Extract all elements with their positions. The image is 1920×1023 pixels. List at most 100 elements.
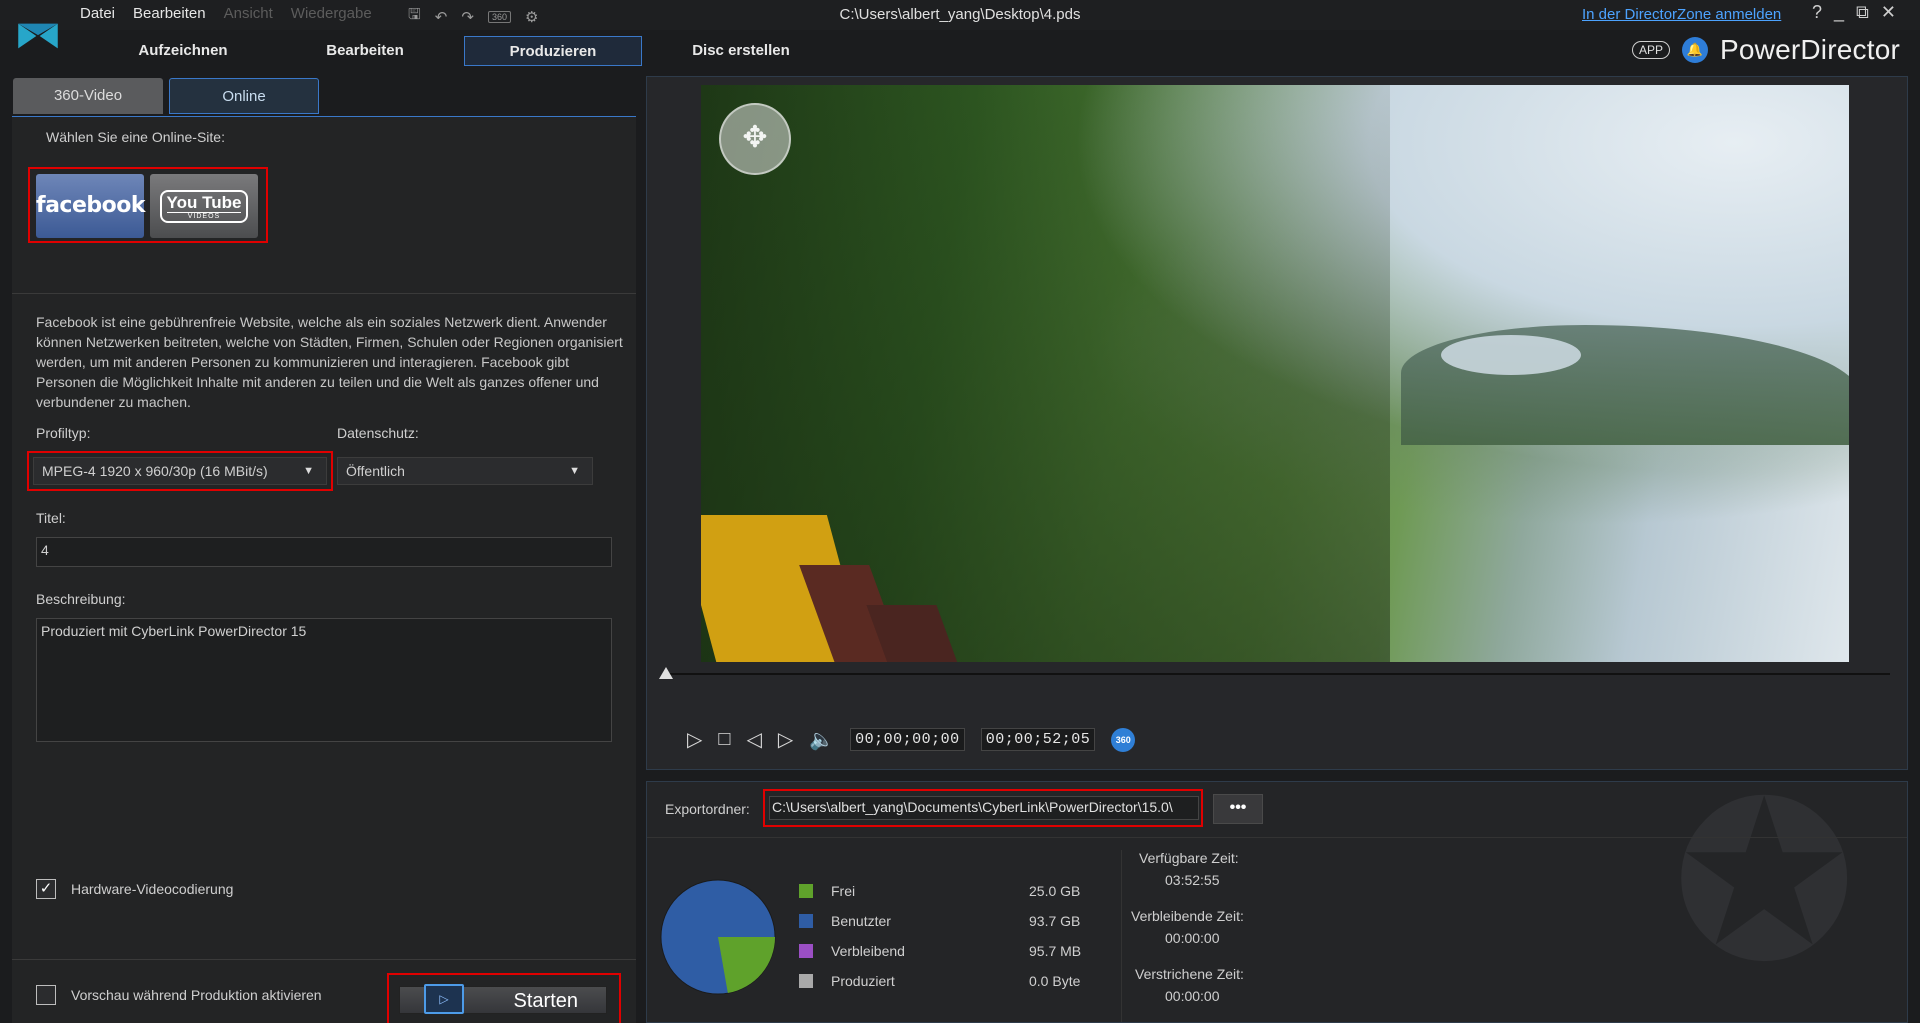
start-label: Starten	[513, 990, 578, 1012]
legend-free: Frei 25.0 GB	[799, 882, 1099, 912]
divider	[12, 293, 636, 294]
export-folder-highlight: C:\Users\albert_yang\Documents\CyberLink…	[763, 789, 1203, 827]
legend-used: Benutzter 93.7 GB	[799, 912, 1099, 942]
elapsed-time-label: Verstrichene Zeit:	[1135, 966, 1244, 982]
hw-encoding-label: Hardware-Videocodierung	[71, 881, 234, 897]
hw-encoding-checkbox[interactable]: ✓	[36, 879, 56, 899]
start-button[interactable]: ▷ Starten	[399, 984, 607, 1014]
playback-controls: ▷ □ ◁ ▷ 🔈 00;00;00;00 00;00;52;05 360	[687, 727, 1136, 752]
produced-swatch	[799, 974, 813, 988]
menu-bearbeiten[interactable]: Bearbeiten	[133, 5, 206, 22]
360-view-icon[interactable]: 360	[487, 10, 511, 23]
title-label: Titel:	[36, 510, 66, 526]
remaining-time-value: 00:00:00	[1165, 930, 1220, 946]
used-swatch	[799, 914, 813, 928]
minimize-icon[interactable]: _	[1834, 2, 1844, 23]
help-icon[interactable]: ?	[1812, 2, 1822, 23]
current-time: 00;00;00;00	[850, 728, 965, 751]
preview-checkbox[interactable]	[36, 985, 56, 1005]
film-decoration-icon: ✪	[1672, 781, 1857, 1005]
produced-value: 0.0 Byte	[1029, 973, 1081, 989]
undo-icon[interactable]: ↶	[435, 8, 448, 26]
tab-bearbeiten[interactable]: Bearbeiten	[290, 36, 440, 66]
available-time-label: Verfügbare Zeit:	[1139, 850, 1239, 866]
menu-wiedergabe[interactable]: Wiedergabe	[291, 5, 372, 22]
profile-label: Profiltyp:	[36, 425, 91, 441]
title-input[interactable]: 4	[36, 537, 612, 567]
produce-subtabs: 360-Video Online	[13, 78, 319, 114]
next-frame-icon[interactable]: ▷	[778, 727, 793, 752]
stop-icon[interactable]: □	[718, 728, 730, 751]
total-time: 00;00;52;05	[980, 728, 1096, 751]
360-mode-button[interactable]: 360	[1111, 727, 1136, 752]
produce-film-icon: ▷	[424, 984, 464, 1014]
dropdown-arrow-icon: ▼	[569, 465, 580, 477]
available-time-value: 03:52:55	[1165, 872, 1220, 888]
export-folder-label: Exportordner:	[665, 801, 750, 817]
app-button[interactable]: APP	[1632, 41, 1671, 59]
privacy-label: Datenschutz:	[337, 425, 419, 441]
dropdown-arrow-icon: ▼	[303, 465, 314, 477]
site-description: Facebook ist eine gebührenfreie Website,…	[36, 314, 623, 410]
remaining-label: Verbleibend	[831, 943, 905, 959]
redo-icon[interactable]: ↷	[461, 8, 474, 26]
remaining-time-label: Verbleibende Zeit:	[1131, 908, 1244, 924]
used-label: Benutzter	[831, 913, 891, 929]
menu-bar: Datei Bearbeiten Ansicht Wiedergabe	[80, 5, 372, 22]
close-icon[interactable]: ✕	[1881, 2, 1896, 23]
description-label: Beschreibung:	[36, 591, 126, 607]
tab-disc-erstellen[interactable]: Disc erstellen	[666, 36, 816, 66]
elapsed-time-value: 00:00:00	[1165, 988, 1220, 1004]
preview-panel: ✥ ▷ □ ◁ ▷ 🔈 00;00;00;00 00;00;52;05 360	[646, 76, 1908, 770]
title-toolbar: 🖫 ↶ ↷ 360 ⚙	[408, 4, 538, 29]
menu-datei[interactable]: Datei	[80, 5, 115, 22]
facebook-site-button[interactable]: facebook	[36, 174, 146, 238]
time-info: Verfügbare Zeit: 03:52:55 Verbleibende Z…	[1131, 850, 1261, 1022]
settings-gear-icon[interactable]: ⚙	[525, 8, 538, 26]
prev-frame-icon[interactable]: ◁	[746, 727, 761, 752]
export-folder-input[interactable]: C:\Users\albert_yang\Documents\CyberLink…	[769, 796, 1199, 820]
menu-ansicht[interactable]: Ansicht	[224, 5, 273, 22]
browse-folder-button[interactable]: •••	[1213, 794, 1263, 824]
restore-icon[interactable]: ⧉	[1856, 2, 1869, 23]
tab-360-video[interactable]: 360-Video	[13, 78, 163, 114]
notification-bell-icon[interactable]: 🔔	[1682, 37, 1709, 63]
profile-value: MPEG-4 1920 x 960/30p (16 MBit/s)	[42, 463, 268, 479]
privacy-select[interactable]: Öffentlich ▼	[337, 457, 593, 485]
free-swatch	[799, 884, 813, 898]
divider	[12, 959, 636, 960]
site-selector: facebook You Tube VIDEOS	[28, 167, 268, 243]
divider	[1121, 850, 1122, 1022]
timeline-scrubber[interactable]	[665, 673, 1890, 675]
volume-icon[interactable]: 🔈	[809, 727, 834, 752]
divider	[647, 837, 1907, 838]
used-value: 93.7 GB	[1029, 913, 1081, 929]
online-settings-panel: Wählen Sie eine Online-Site: facebook Yo…	[12, 116, 636, 1023]
remaining-value: 95.7 MB	[1029, 943, 1082, 959]
play-icon[interactable]: ▷	[687, 727, 702, 752]
tab-aufzeichnen[interactable]: Aufzeichnen	[108, 36, 258, 66]
preview-label: Vorschau während Produktion aktivieren	[71, 987, 322, 1003]
privacy-value: Öffentlich	[346, 463, 405, 479]
360-navigation-icon[interactable]: ✥	[719, 103, 791, 175]
tab-produzieren[interactable]: Produzieren	[464, 36, 642, 66]
disk-usage-pie-chart	[660, 879, 776, 995]
youtube-logo-icon: You Tube VIDEOS	[159, 189, 249, 223]
legend-produced: Produziert 0.0 Byte	[799, 972, 1099, 1002]
tab-online[interactable]: Online	[169, 78, 319, 114]
start-highlight: ▷ Starten	[387, 973, 621, 1023]
export-panel: ✪ Exportordner: C:\Users\albert_yang\Doc…	[646, 781, 1908, 1023]
description-textarea[interactable]: Produziert mit CyberLink PowerDirector 1…	[36, 618, 612, 742]
pie-slice-free	[718, 937, 776, 994]
youtube-site-button[interactable]: You Tube VIDEOS	[150, 174, 258, 238]
powerdirector-logo-icon	[18, 23, 58, 49]
video-preview[interactable]: ✥	[701, 85, 1849, 662]
disk-usage-legend: Frei 25.0 GB Benutzter 93.7 GB Verbleibe…	[799, 882, 1099, 1002]
save-icon[interactable]: 🖫	[408, 4, 421, 29]
lake	[1441, 335, 1581, 375]
directorzone-login-link[interactable]: In der DirectorZone anmelden	[1582, 6, 1781, 23]
legend-remaining: Verbleibend 95.7 MB	[799, 942, 1099, 972]
remaining-swatch	[799, 944, 813, 958]
profile-select[interactable]: MPEG-4 1920 x 960/30p (16 MBit/s) ▼	[33, 457, 327, 485]
scrubber-handle-icon[interactable]	[659, 667, 673, 679]
